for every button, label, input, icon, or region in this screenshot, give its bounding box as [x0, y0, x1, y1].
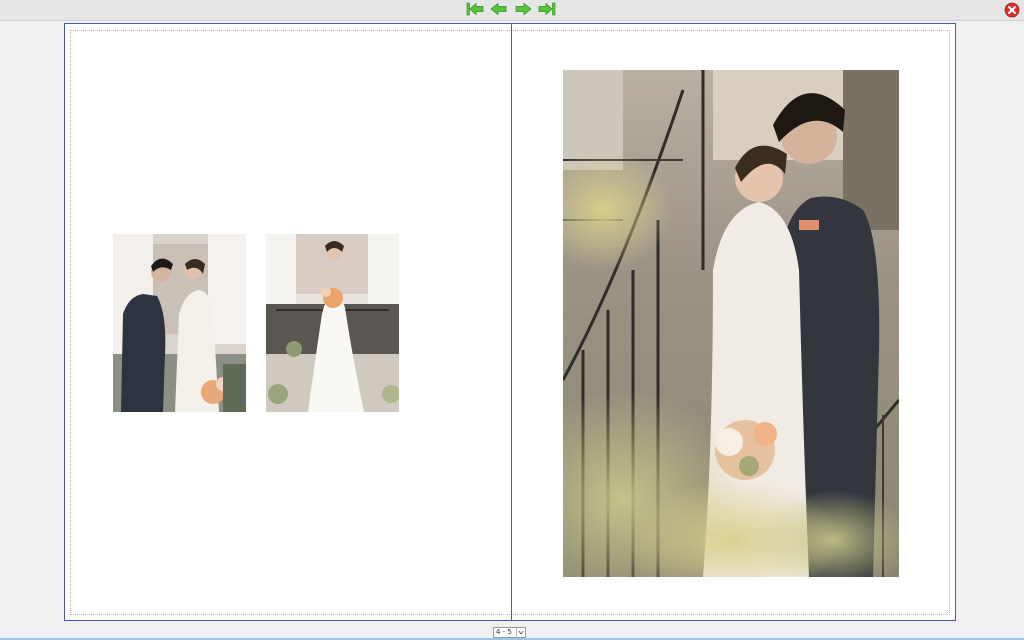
previous-page-icon	[490, 1, 508, 20]
spine-line	[511, 24, 512, 620]
page-selector-value: 4 - 5	[496, 628, 512, 636]
page-navigation	[466, 2, 556, 18]
next-page-button[interactable]	[514, 2, 532, 18]
close-button[interactable]	[1004, 2, 1020, 18]
first-page-button[interactable]	[466, 2, 484, 18]
toolbar	[0, 0, 1024, 21]
next-page-icon	[514, 1, 532, 20]
album-spread	[64, 23, 956, 621]
close-icon	[1004, 2, 1020, 22]
last-page-button[interactable]	[538, 2, 556, 18]
couple-staircase-photo[interactable]	[563, 70, 899, 577]
last-page-icon	[538, 1, 556, 20]
previous-page-button[interactable]	[490, 2, 508, 18]
bride-photo[interactable]	[266, 234, 399, 412]
first-page-icon	[466, 1, 484, 20]
page-selector[interactable]: 4 - 5	[493, 627, 526, 638]
couple-photo[interactable]	[113, 234, 246, 412]
chevron-down-icon	[516, 628, 525, 637]
